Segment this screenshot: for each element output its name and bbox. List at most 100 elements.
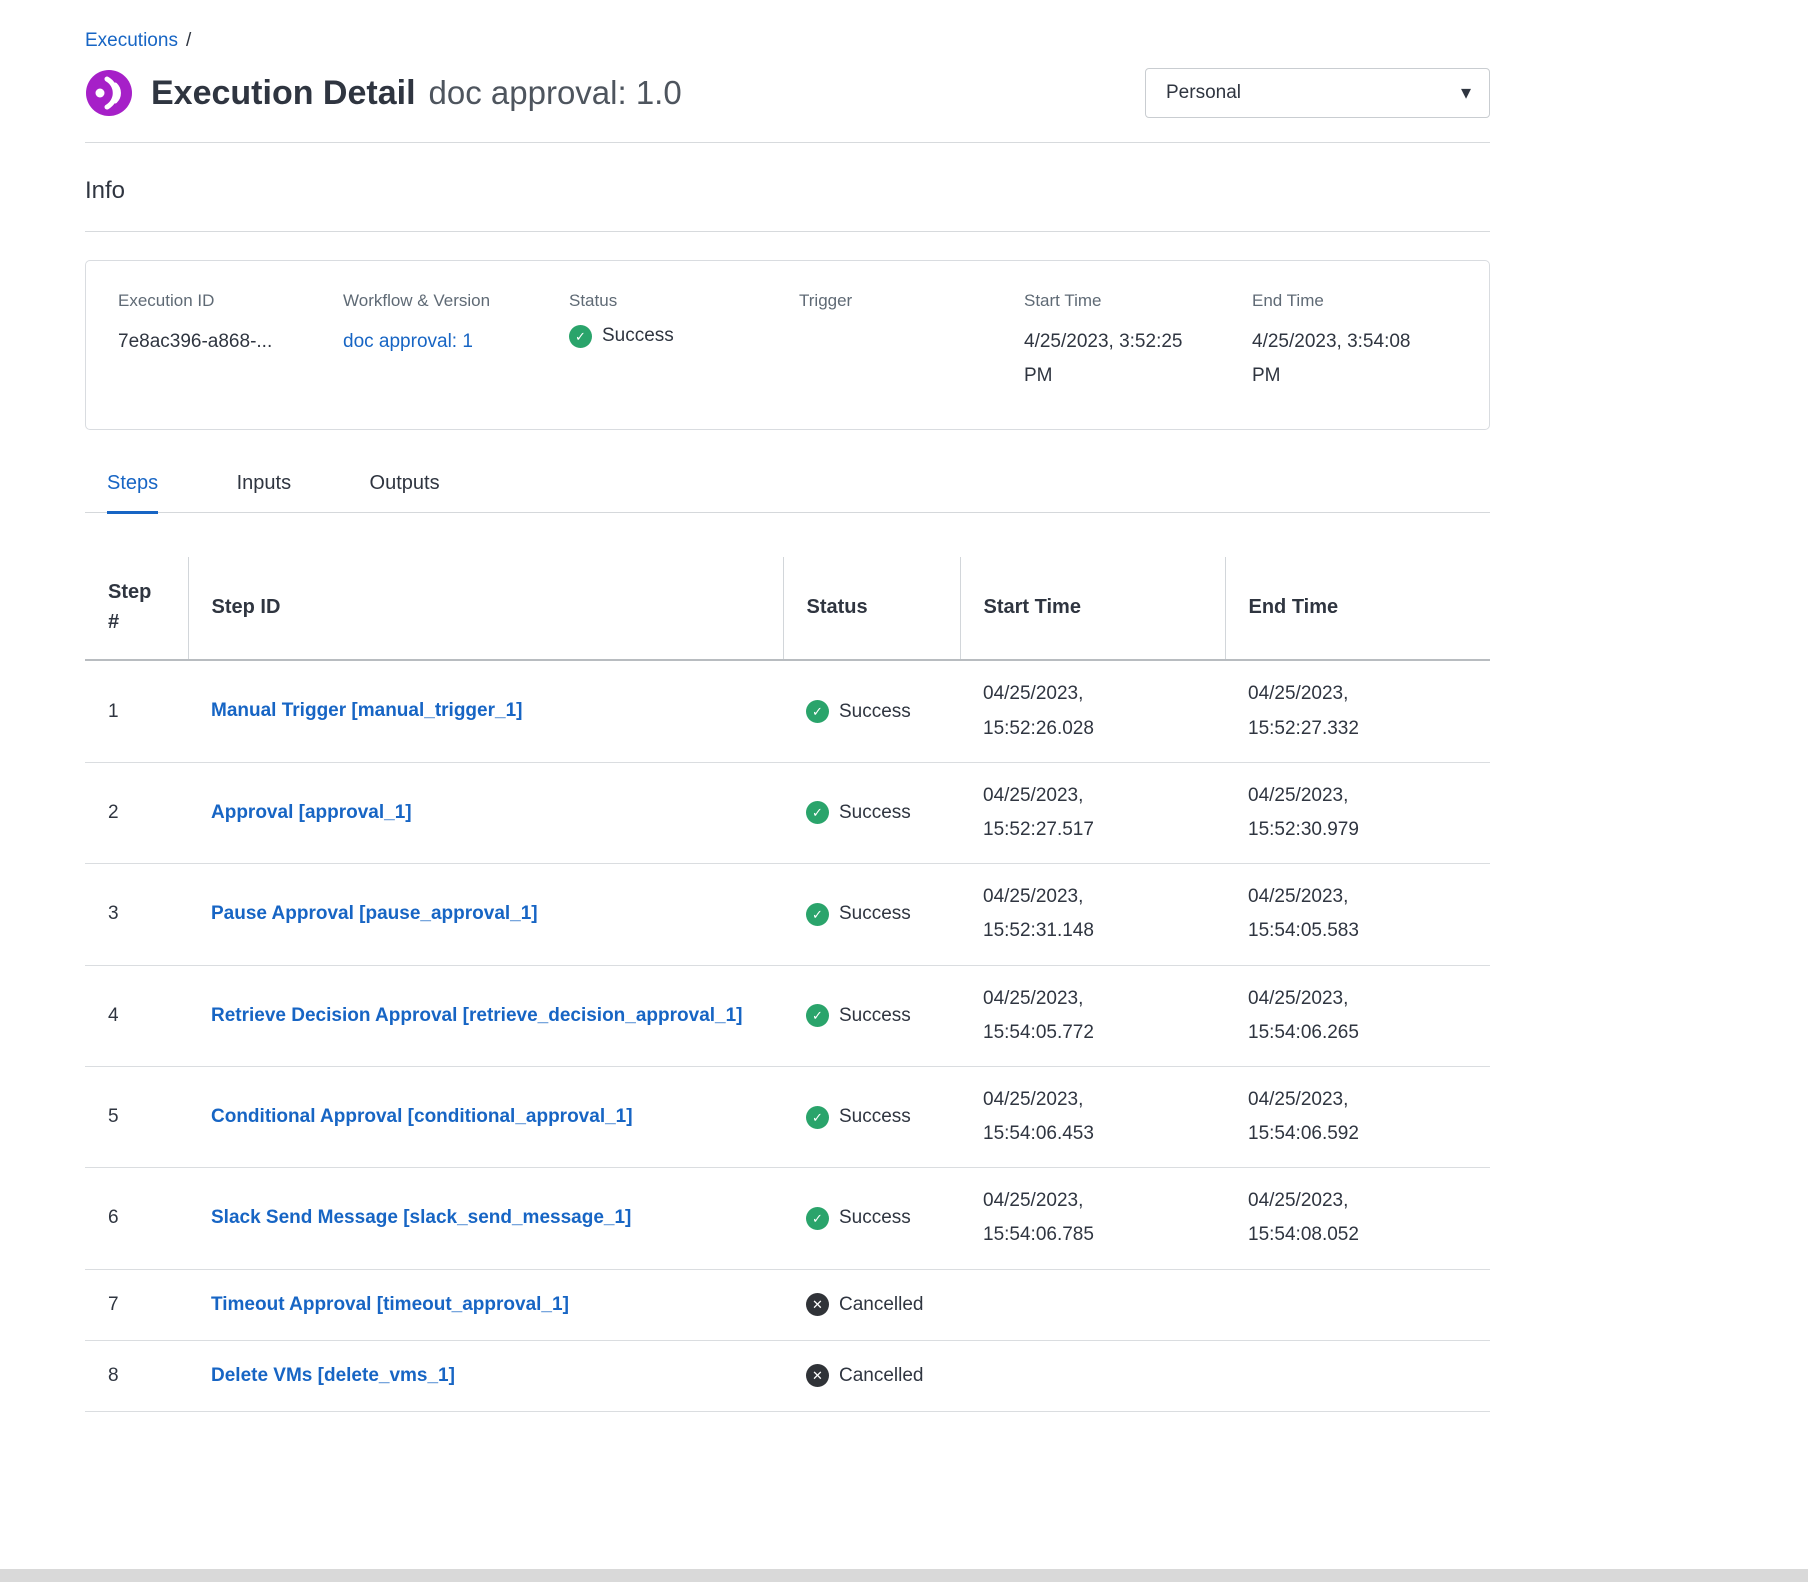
step-id-link[interactable]: Pause Approval [pause_approval_1] [211, 903, 538, 924]
breadcrumb-separator: / [186, 30, 191, 51]
end-time-cell: 04/25/2023, 15:54:05.583 [1225, 864, 1490, 965]
start-time: 15:52:31.148 [983, 914, 1215, 948]
scope-dropdown-value: Personal [1166, 82, 1241, 104]
status-cell: ✓ Success [783, 762, 960, 863]
column-header-start-time: Start Time [960, 557, 1225, 660]
trigger-label: Trigger [799, 291, 1024, 311]
start-date: 04/25/2023, [983, 1184, 1215, 1218]
table-row: 6 Slack Send Message [slack_send_message… [85, 1168, 1490, 1269]
status-text: Success [839, 1106, 911, 1128]
end-time: 15:54:06.265 [1248, 1016, 1480, 1050]
status-badge: ✓ Success [806, 903, 950, 926]
start-time: 15:52:27.517 [983, 813, 1215, 847]
start-date: 04/25/2023, [983, 880, 1215, 914]
tab-inputs[interactable]: Inputs [237, 472, 291, 511]
end-time: 15:52:30.979 [1248, 813, 1480, 847]
step-id-link[interactable]: Delete VMs [delete_vms_1] [211, 1365, 455, 1386]
detail-tabs: Steps Inputs Outputs [85, 472, 1490, 513]
tab-steps[interactable]: Steps [107, 472, 158, 514]
success-icon: ✓ [806, 1106, 829, 1129]
success-icon: ✓ [806, 1207, 829, 1230]
steps-table: Step # Step ID Status Start Time End Tim… [85, 557, 1490, 1412]
step-id-cell: Timeout Approval [timeout_approval_1] [188, 1269, 783, 1340]
step-id-link[interactable]: Approval [approval_1] [211, 802, 412, 823]
step-id-cell: Slack Send Message [slack_send_message_1… [188, 1168, 783, 1269]
step-number: 6 [108, 1207, 119, 1228]
step-id-cell: Delete VMs [delete_vms_1] [188, 1340, 783, 1411]
scope-dropdown[interactable]: Personal ▾ [1145, 68, 1490, 118]
step-id-link[interactable]: Retrieve Decision Approval [retrieve_dec… [211, 1005, 743, 1026]
end-time: 15:54:08.052 [1248, 1218, 1480, 1252]
column-header-end-time: End Time [1225, 557, 1490, 660]
table-row: 8 Delete VMs [delete_vms_1] ✕ Cancelled [85, 1340, 1490, 1411]
step-id-link[interactable]: Timeout Approval [timeout_approval_1] [211, 1294, 569, 1315]
step-number-cell: 3 [85, 864, 188, 965]
status-text: Success [602, 325, 674, 348]
header-divider [85, 142, 1490, 143]
cancelled-icon: ✕ [806, 1293, 829, 1316]
success-icon: ✓ [569, 325, 592, 348]
end-time: 15:52:27.332 [1248, 712, 1480, 746]
info-field-workflow-version: Workflow & Version doc approval: 1 [343, 291, 569, 393]
info-divider [85, 231, 1490, 232]
status-cell: ✓ Success [783, 965, 960, 1066]
success-icon: ✓ [806, 801, 829, 824]
column-header-step-number: Step # [85, 557, 188, 660]
start-time: 15:52:26.028 [983, 712, 1215, 746]
step-number: 5 [108, 1106, 119, 1127]
status-cell: ✓ Success [783, 864, 960, 965]
status-badge: ✓ Success [806, 700, 950, 723]
status-cell: ✕ Cancelled [783, 1269, 960, 1340]
status-badge: ✓ Success [806, 1004, 950, 1027]
start-time: 15:54:05.772 [983, 1016, 1215, 1050]
start-time-value: 4/25/2023, 3:52:25 PM [1024, 325, 1214, 393]
step-number: 3 [108, 903, 119, 924]
start-date: 04/25/2023, [983, 779, 1215, 813]
end-date: 04/25/2023, [1248, 677, 1480, 711]
table-row: 1 Manual Trigger [manual_trigger_1] ✓ Su… [85, 660, 1490, 762]
start-time: 15:54:06.453 [983, 1117, 1215, 1151]
start-time: 15:54:06.785 [983, 1218, 1215, 1252]
step-number: 7 [108, 1294, 119, 1315]
workflow-version-label: Workflow & Version [343, 291, 569, 311]
breadcrumb-executions-link[interactable]: Executions [85, 30, 178, 51]
steps-table-header: Step # Step ID Status Start Time End Tim… [85, 557, 1490, 660]
page-title: Execution Detail [151, 74, 416, 113]
status-cell: ✓ Success [783, 660, 960, 762]
table-row: 3 Pause Approval [pause_approval_1] ✓ Su… [85, 864, 1490, 965]
tab-outputs[interactable]: Outputs [370, 472, 440, 511]
step-id-link[interactable]: Conditional Approval [conditional_approv… [211, 1106, 633, 1127]
success-icon: ✓ [806, 1004, 829, 1027]
status-badge: ✓ Success [806, 1106, 950, 1129]
start-time-cell: 04/25/2023, 15:52:31.148 [960, 864, 1225, 965]
start-date: 04/25/2023, [983, 677, 1215, 711]
status-badge: ✓ Success [806, 1207, 950, 1230]
status-badge: ✓ Success [806, 801, 950, 824]
step-number: 8 [108, 1365, 119, 1386]
workflow-version-link[interactable]: doc approval: 1 [343, 331, 473, 352]
step-id-link[interactable]: Manual Trigger [manual_trigger_1] [211, 700, 522, 721]
step-id-cell: Pause Approval [pause_approval_1] [188, 864, 783, 965]
status-text: Success [839, 1005, 911, 1027]
step-number-cell: 1 [85, 660, 188, 762]
start-time-label: Start Time [1024, 291, 1252, 311]
info-field-start-time: Start Time 4/25/2023, 3:52:25 PM [1024, 291, 1252, 393]
steps-table-body: 1 Manual Trigger [manual_trigger_1] ✓ Su… [85, 660, 1490, 1411]
status-text: Cancelled [839, 1365, 924, 1387]
status-badge: ✕ Cancelled [806, 1364, 950, 1387]
step-id-link[interactable]: Slack Send Message [slack_send_message_1… [211, 1207, 631, 1228]
status-cell: ✓ Success [783, 1066, 960, 1167]
status-badge: ✕ Cancelled [806, 1293, 950, 1316]
success-icon: ✓ [806, 700, 829, 723]
start-time-cell: 04/25/2023, 15:52:26.028 [960, 660, 1225, 762]
end-time-cell: 04/25/2023, 15:52:30.979 [1225, 762, 1490, 863]
info-field-execution-id: Execution ID 7e8ac396-a868-... [118, 291, 343, 393]
step-id-cell: Approval [approval_1] [188, 762, 783, 863]
start-time-cell [960, 1269, 1225, 1340]
step-number-cell: 4 [85, 965, 188, 1066]
step-number-cell: 8 [85, 1340, 188, 1411]
info-field-status: Status ✓ Success [569, 291, 799, 393]
start-date: 04/25/2023, [983, 1083, 1215, 1117]
table-row: 7 Timeout Approval [timeout_approval_1] … [85, 1269, 1490, 1340]
breadcrumb: Executions / [85, 30, 1490, 52]
